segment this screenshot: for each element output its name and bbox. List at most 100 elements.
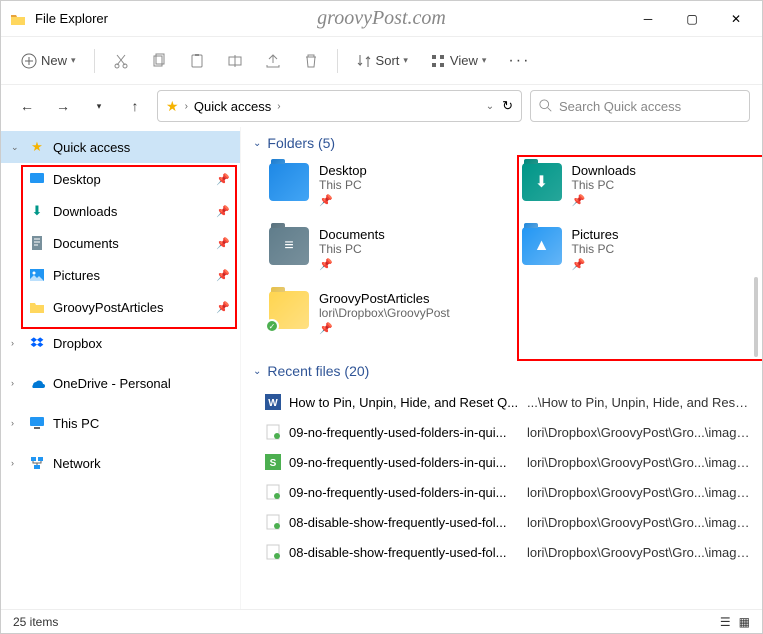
pin-icon: 📌 (572, 194, 636, 207)
back-button[interactable]: ← (13, 92, 41, 120)
sidebar-item-groovypost[interactable]: GroovyPostArticles 📌 (1, 291, 240, 323)
svg-text:W: W (268, 398, 278, 409)
pin-icon: 📌 (216, 173, 230, 186)
network-icon (29, 455, 45, 471)
file-name: 09-no-frequently-used-folders-in-qui... (289, 485, 519, 500)
file-icon (265, 544, 281, 560)
pin-icon: 📌 (216, 301, 230, 314)
recent-file-row[interactable]: W How to Pin, Unpin, Hide, and Reset Q..… (265, 387, 750, 417)
folder-icon: ▲ (522, 227, 562, 265)
breadcrumb-label: Quick access (194, 99, 271, 114)
up-button[interactable]: ↑ (121, 92, 149, 120)
pin-icon: 📌 (216, 237, 230, 250)
sort-button[interactable]: Sort ▾ (348, 47, 416, 75)
recent-file-row[interactable]: 08-disable-show-frequently-used-fol... l… (265, 507, 750, 537)
svg-text:S: S (270, 458, 277, 469)
file-icon: S (265, 454, 281, 470)
file-name: 09-no-frequently-used-folders-in-qui... (289, 425, 519, 440)
sidebar-item-documents[interactable]: Documents 📌 (1, 227, 240, 259)
pin-icon: 📌 (216, 205, 230, 218)
new-button[interactable]: New ▾ (13, 47, 84, 75)
folder-item[interactable]: ⬇ DownloadsThis PC📌 (518, 159, 751, 219)
maximize-button[interactable]: ▢ (682, 12, 702, 26)
folder-item[interactable]: ≡ DocumentsThis PC📌 (265, 223, 498, 283)
download-icon: ⬇ (29, 203, 45, 219)
chevron-right-icon: › (11, 458, 21, 468)
recent-dropdown[interactable]: ▾ (85, 92, 113, 120)
pin-icon: 📌 (319, 258, 385, 271)
chevron-down-icon: ⌄ (11, 142, 21, 153)
sidebar-item-onedrive[interactable]: › OneDrive - Personal (1, 367, 240, 399)
icons-view-button[interactable]: ▦ (739, 615, 750, 629)
statusbar: 25 items ☰ ▦ (1, 609, 762, 633)
folders-section-header[interactable]: ⌄ Folders (5) (253, 135, 750, 151)
file-name: How to Pin, Unpin, Hide, and Reset Q... (289, 395, 519, 410)
folder-icon: ⬇ (522, 163, 562, 201)
folder-icon (29, 299, 45, 315)
chevron-right-icon: › (11, 418, 21, 428)
scrollbar[interactable] (754, 277, 760, 557)
folder-name: Pictures (572, 227, 619, 242)
folder-location: This PC (319, 242, 385, 256)
sidebar-item-dropbox[interactable]: › Dropbox (1, 327, 240, 359)
folder-location: lori\Dropbox\GroovyPost (319, 306, 450, 320)
sidebar-item-pictures[interactable]: Pictures 📌 (1, 259, 240, 291)
copy-button[interactable] (143, 47, 175, 75)
sidebar-item-thispc[interactable]: › This PC (1, 407, 240, 439)
more-button[interactable]: ··· (500, 46, 538, 76)
file-path: lori\Dropbox\GroovyPost\Gro...\images (527, 455, 750, 470)
chevron-down-icon[interactable]: ⌄ (486, 101, 494, 112)
file-path: lori\Dropbox\GroovyPost\Gro...\images (527, 545, 750, 560)
breadcrumb[interactable]: ★ › Quick access › ⌄ ↻ (157, 90, 522, 122)
refresh-button[interactable]: ↻ (502, 98, 513, 114)
view-button[interactable]: View ▾ (422, 47, 494, 75)
pin-icon: 📌 (319, 322, 450, 335)
pin-icon: 📌 (319, 194, 367, 207)
recent-file-row[interactable]: 08-disable-show-frequently-used-fol... l… (265, 537, 750, 567)
share-button[interactable] (257, 47, 289, 75)
sidebar: ⌄ ★ Quick access Desktop 📌 ⬇ Downloads 📌… (1, 127, 241, 609)
divider (94, 49, 95, 73)
chevron-right-icon: › (185, 101, 188, 112)
chevron-down-icon: ⌄ (253, 366, 261, 377)
close-button[interactable]: ✕ (726, 12, 746, 26)
forward-button[interactable]: → (49, 92, 77, 120)
file-path: lori\Dropbox\GroovyPost\Gro...\images (527, 515, 750, 530)
sidebar-item-downloads[interactable]: ⬇ Downloads 📌 (1, 195, 240, 227)
paste-button[interactable] (181, 47, 213, 75)
recent-file-row[interactable]: 09-no-frequently-used-folders-in-qui... … (265, 417, 750, 447)
recent-file-row[interactable]: 09-no-frequently-used-folders-in-qui... … (265, 477, 750, 507)
sidebar-quick-access[interactable]: ⌄ ★ Quick access (1, 131, 240, 163)
watermark: groovyPost.com (317, 7, 446, 30)
onedrive-icon (29, 375, 45, 391)
file-icon (265, 514, 281, 530)
pc-icon (29, 415, 45, 431)
folder-icon: ✓ (269, 291, 309, 329)
search-icon (539, 99, 553, 113)
chevron-down-icon: ⌄ (253, 138, 261, 149)
document-icon (29, 235, 45, 251)
explorer-icon (9, 12, 27, 26)
delete-button[interactable] (295, 47, 327, 75)
search-input[interactable]: Search Quick access (530, 90, 750, 122)
folder-item[interactable]: DesktopThis PC📌 (265, 159, 498, 219)
rename-button[interactable] (219, 47, 251, 75)
file-icon: W (265, 394, 281, 410)
folder-item[interactable]: ▲ PicturesThis PC📌 (518, 223, 751, 283)
sidebar-item-desktop[interactable]: Desktop 📌 (1, 163, 240, 195)
recent-file-row[interactable]: S 09-no-frequently-used-folders-in-qui..… (265, 447, 750, 477)
recent-section-header[interactable]: ⌄ Recent files (20) (253, 363, 750, 379)
folder-item[interactable]: ✓ GroovyPostArticleslori\Dropbox\GroovyP… (265, 287, 498, 347)
folder-icon (269, 163, 309, 201)
cut-button[interactable] (105, 47, 137, 75)
file-name: 09-no-frequently-used-folders-in-qui... (289, 455, 519, 470)
minimize-button[interactable]: ─ (638, 12, 658, 26)
sidebar-item-network[interactable]: › Network (1, 447, 240, 479)
file-name: 08-disable-show-frequently-used-fol... (289, 515, 519, 530)
file-icon (265, 424, 281, 440)
pictures-icon (29, 267, 45, 283)
details-view-button[interactable]: ☰ (720, 615, 731, 629)
dropbox-icon (29, 335, 45, 351)
folder-name: Desktop (319, 163, 367, 178)
chevron-right-icon: › (11, 378, 21, 388)
